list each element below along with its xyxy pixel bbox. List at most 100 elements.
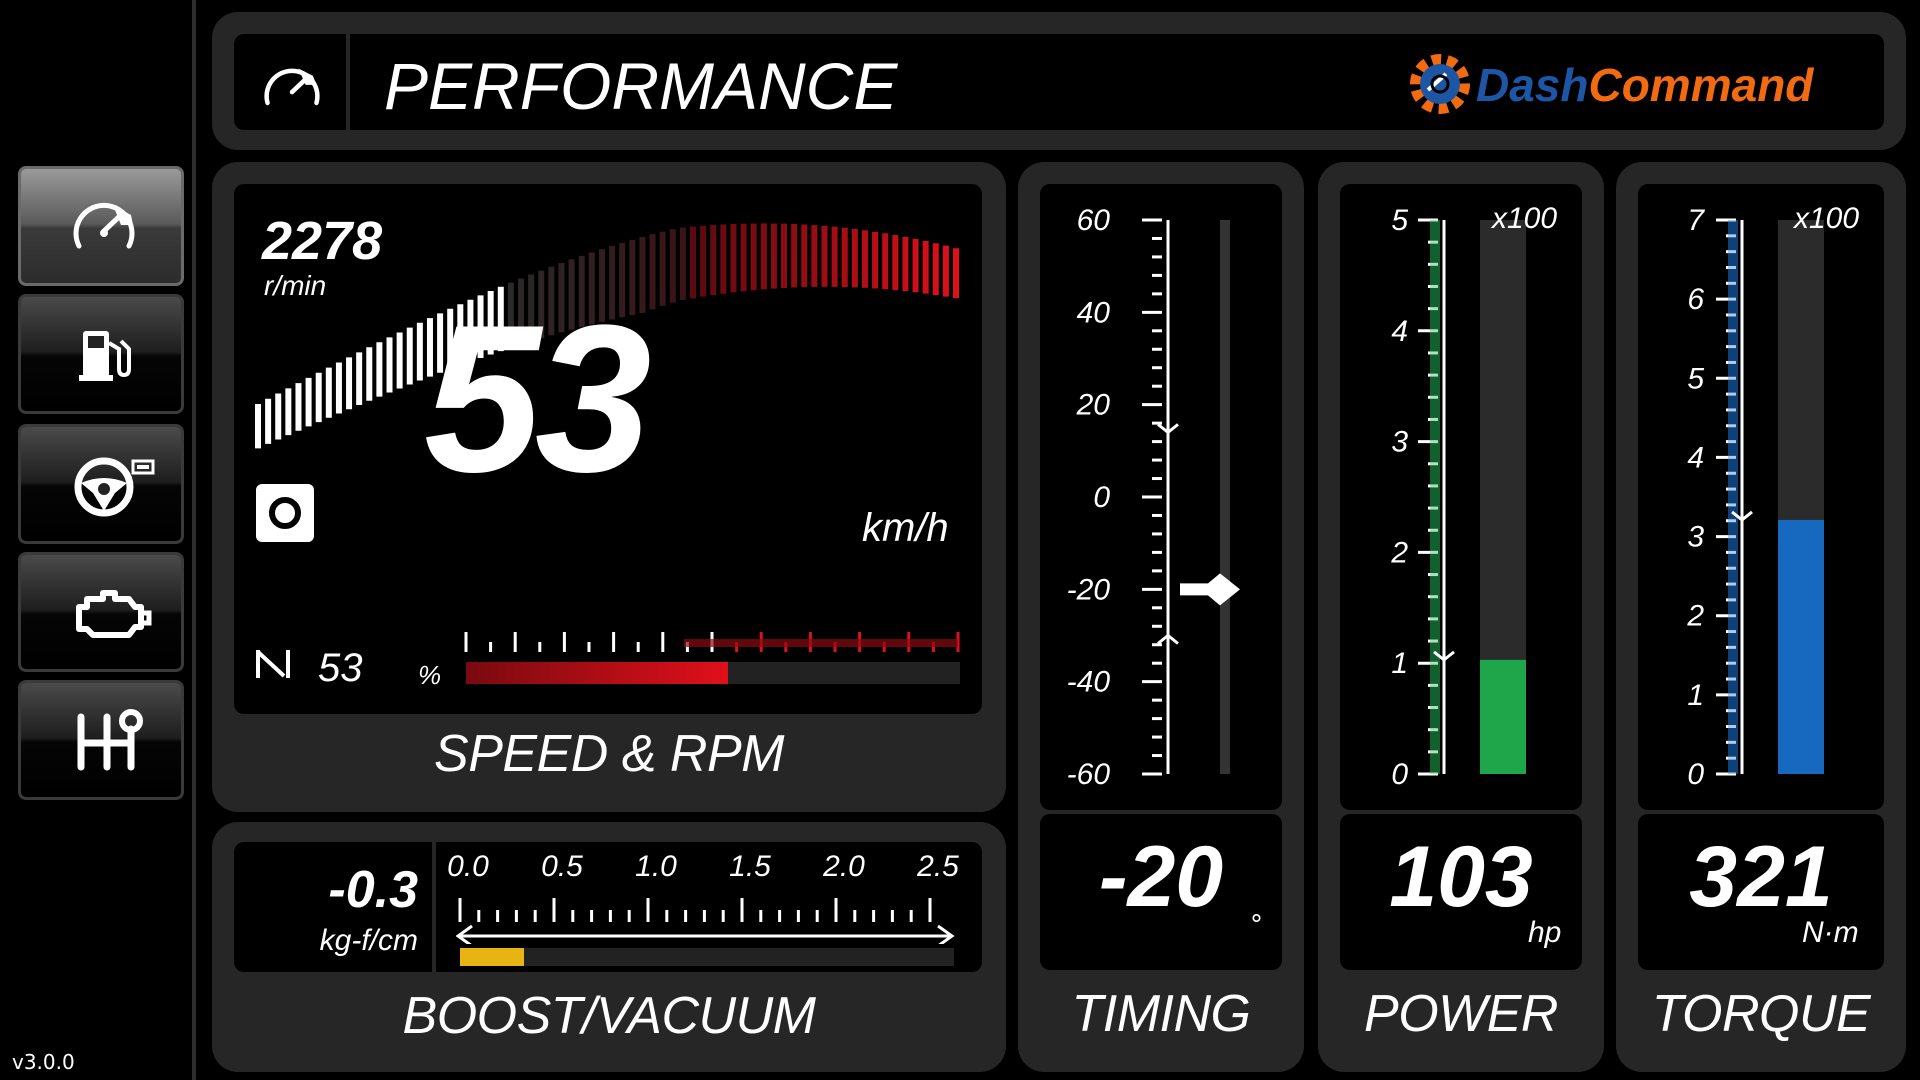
brand-name-command: Command xyxy=(1588,59,1814,111)
sidebar-item-driving[interactable] xyxy=(18,424,184,544)
bar-fill xyxy=(1480,659,1526,774)
torque-label: TORQUE xyxy=(1651,985,1871,1043)
boost-scale-label: 1.5 xyxy=(729,850,771,883)
throttle-bar-fill xyxy=(466,662,728,684)
boost-scale-labels: 0.0 0.5 1.0 1.5 2.0 2.5 xyxy=(436,850,982,890)
timing-panel[interactable]: 60 40 20 0 -20 -40 -60 -20 ° TIMING xyxy=(1018,162,1304,1072)
fuel-pump-icon xyxy=(79,331,131,381)
throttle-value: 53 xyxy=(318,646,363,690)
bar-scale-tint xyxy=(1430,220,1440,774)
boost-display: -0.3 kg-f/cm 0.0 0.5 1.0 1.5 2.0 2.5 xyxy=(234,842,982,972)
torque-display: 7 6 5 4 3 2 1 0 x100 xyxy=(1638,184,1884,810)
power-unit: hp xyxy=(1528,916,1562,949)
scale-label: 7 xyxy=(1687,204,1705,237)
speed-value: 53 xyxy=(424,281,652,516)
torque-readout: 321 N·m xyxy=(1638,814,1884,970)
boost-scale-label: 0.0 xyxy=(447,850,489,883)
scale-label: 5 xyxy=(1391,204,1408,237)
throttle-unit: % xyxy=(418,660,442,690)
check-engine-icon xyxy=(76,590,152,638)
boost-scale-label: 0.5 xyxy=(541,850,583,883)
speedometer-icon xyxy=(264,68,320,106)
version-label: v3.0.0 xyxy=(12,1050,75,1074)
timing-gauge: 60 40 20 0 -20 -40 -60 xyxy=(1067,204,1240,791)
speed-rpm-display: 2278 r/min 53 km/h 53 % xyxy=(234,184,982,714)
page-title: PERFORMANCE xyxy=(384,49,898,123)
rpm-unit: r/min xyxy=(264,270,327,301)
boost-unit: kg-f/cm xyxy=(319,924,418,957)
timing-value: -20 xyxy=(1098,829,1224,925)
speed-rpm-label: SPEED & RPM xyxy=(434,725,784,783)
scale-label: -60 xyxy=(1067,758,1111,791)
scale-label: 60 xyxy=(1077,204,1111,237)
sidebar-item-engine[interactable] xyxy=(18,552,184,672)
sidebar: v3.0.0 xyxy=(0,0,196,1080)
scale-label: 0 xyxy=(1093,481,1110,514)
scale-label: 3 xyxy=(1391,426,1408,459)
scale-label: -20 xyxy=(1067,573,1111,606)
record-icon[interactable] xyxy=(256,484,314,542)
power-multiplier: x100 xyxy=(1492,202,1558,235)
scale-label: -40 xyxy=(1067,666,1111,699)
boost-scale xyxy=(456,898,955,944)
steering-wheel-icon xyxy=(74,457,155,517)
bar-scale-tint xyxy=(1728,220,1738,774)
throttle-bar-track xyxy=(466,662,960,684)
torque-value: 321 xyxy=(1689,829,1833,925)
brand-name-dash: Dash xyxy=(1476,59,1589,111)
timing-display: 60 40 20 0 -20 -40 -60 xyxy=(1040,184,1282,810)
scale-label: 40 xyxy=(1077,296,1111,329)
boost-scale-label: 2.0 xyxy=(823,850,865,883)
power-readout: 103 hp xyxy=(1340,814,1582,970)
boost-bar-track xyxy=(460,948,954,966)
scale-label: 2 xyxy=(1686,600,1704,633)
scale-label: 1 xyxy=(1687,679,1704,712)
scale-label: 20 xyxy=(1076,389,1111,422)
power-label: POWER xyxy=(1364,985,1558,1043)
sidebar-item-fuel[interactable] xyxy=(18,294,184,414)
scale-label: 5 xyxy=(1687,362,1704,395)
boost-label: BOOST/VACUUM xyxy=(402,987,816,1045)
gear-logo-icon xyxy=(1410,54,1470,114)
power-value: 103 xyxy=(1389,829,1533,925)
speed-rpm-panel[interactable]: 2278 r/min 53 km/h 53 % SPEED & RPM xyxy=(212,162,1006,812)
sidebar-item-performance[interactable] xyxy=(18,166,184,286)
header-bar: PERFORMANCE DashCommand xyxy=(212,12,1906,150)
throttle-icon xyxy=(256,650,290,678)
torque-multiplier: x100 xyxy=(1794,202,1860,235)
torque-gauge: 7 6 5 4 3 2 1 0 xyxy=(1686,204,1824,791)
speed-unit: km/h xyxy=(862,506,949,550)
scale-label: 3 xyxy=(1687,521,1704,554)
gear-shift-icon xyxy=(77,709,143,771)
boost-bar-fill xyxy=(460,948,525,966)
brand-name: DashCommand xyxy=(1476,58,1813,112)
scale-label: 6 xyxy=(1687,283,1704,316)
power-display: 5 4 3 2 1 0 x100 xyxy=(1340,184,1582,810)
brand-logo: DashCommand xyxy=(1400,46,1870,120)
scale-label: 4 xyxy=(1687,441,1704,474)
scale-label: 0 xyxy=(1391,758,1408,791)
scale-label: 4 xyxy=(1391,315,1408,348)
timing-track xyxy=(1220,220,1230,774)
throttle-scale xyxy=(464,632,960,652)
bar-fill xyxy=(1778,519,1824,774)
boost-panel[interactable]: -0.3 kg-f/cm 0.0 0.5 1.0 1.5 2.0 2.5 BOOST/VA… xyxy=(212,822,1006,1072)
header-icon-box xyxy=(234,34,350,130)
boost-scale-label: 2.5 xyxy=(917,850,959,883)
timing-readout: -20 ° xyxy=(1040,814,1282,970)
timing-label: TIMING xyxy=(1071,985,1251,1043)
power-panel[interactable]: 5 4 3 2 1 0 x100 103 hp POWER xyxy=(1318,162,1604,1072)
scale-label: 0 xyxy=(1687,758,1704,791)
speedometer-icon xyxy=(73,202,135,249)
scale-label: 1 xyxy=(1391,647,1408,680)
sidebar-item-gearbox[interactable] xyxy=(18,680,184,800)
torque-panel[interactable]: 76543210 x100 321 N·m TORQUE xyxy=(1616,162,1906,1072)
scale-label: 2 xyxy=(1390,536,1408,569)
boost-scale-label: 1.0 xyxy=(635,850,677,883)
rpm-value: 2278 xyxy=(262,211,383,271)
power-gauge: 5 4 3 2 1 0 xyxy=(1390,204,1526,791)
header-inner: PERFORMANCE DashCommand xyxy=(234,34,1884,130)
boost-value: -0.3 xyxy=(328,861,418,919)
torque-unit: N·m xyxy=(1802,916,1859,949)
timing-unit: ° xyxy=(1250,910,1263,940)
